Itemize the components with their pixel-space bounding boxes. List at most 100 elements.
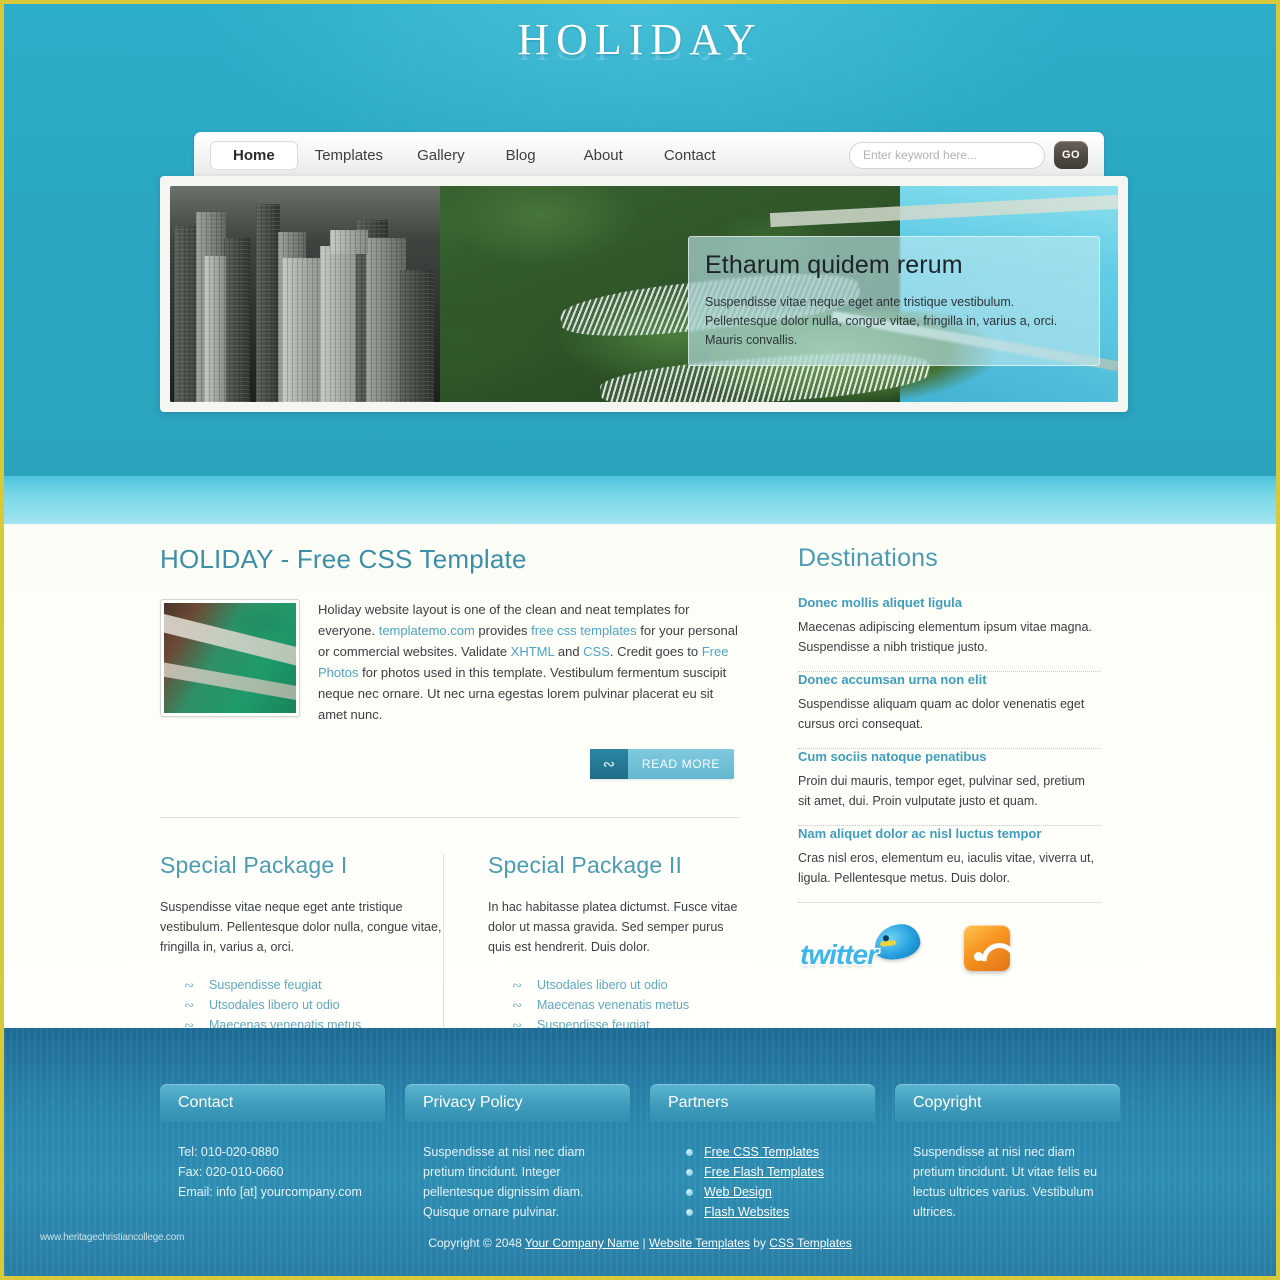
link-css[interactable]: CSS — [583, 644, 610, 659]
intro-part-5: . Credit goes to — [609, 644, 702, 659]
package-1-link-2[interactable]: Utsodales libero ut odio — [209, 995, 340, 1015]
package-2-link-1[interactable]: Utsodales libero ut odio — [537, 975, 668, 995]
site-logo-reflection: HOLIDAY — [517, 42, 763, 65]
partner-link-3[interactable]: Web Design — [704, 1182, 772, 1202]
read-more-button[interactable]: ∾ READ MORE — [589, 749, 734, 779]
intro-row: Holiday website layout is one of the cle… — [160, 599, 740, 725]
footer-contact-title: Contact — [160, 1084, 385, 1122]
intro-thumbnail-image — [164, 603, 296, 713]
read-more-row: ∾ READ MORE — [160, 749, 740, 779]
intro-part-2: provides — [474, 623, 532, 638]
footer-columns: Contact Tel: 010-020-0880 Fax: 020-010-0… — [160, 1084, 1128, 1222]
hero-image: Etharum quidem rerum Suspendisse vitae n… — [170, 186, 1118, 402]
footer-column-copyright: Copyright Suspendisse at nisi nec diam p… — [895, 1084, 1120, 1222]
site-logo[interactable]: HOLIDAY HOLIDAY — [4, 18, 1276, 108]
swirl-bullet-icon: ∾ — [184, 978, 195, 992]
package-2-link-2[interactable]: Maecenas venenatis metus — [537, 995, 689, 1015]
package-1-links: ∾ Suspendisse feugiat ∾ Utsodales libero u… — [160, 975, 450, 1035]
package-1-text: Suspendisse vitae neque eget ante tristi… — [160, 900, 442, 954]
page-root: HOLIDAY HOLIDAY Home Templates Gallery B… — [4, 4, 1276, 1276]
destination-3-text: Proin dui mauris, tempor eget, pulvinar … — [798, 774, 1085, 808]
destination-4-text: Cras nisl eros, elementum eu, iaculis vi… — [798, 851, 1094, 885]
destination-2-text: Suspendisse aliquam quam ac dolor venena… — [798, 697, 1085, 731]
intro-part-4: and — [554, 644, 584, 659]
copyright-company-link[interactable]: Your Company Name — [525, 1236, 639, 1250]
twitter-bird-icon — [870, 920, 924, 964]
list-item[interactable]: ∾ Suspendisse feugiat — [184, 975, 450, 995]
footer-column-partners: Partners Free CSS Templates Free Flash T… — [650, 1084, 875, 1222]
package-card-1: Special Package I Suspendisse vitae nequ… — [160, 852, 450, 1035]
footer-column-privacy: Privacy Policy Suspendisse at nisi nec d… — [405, 1084, 630, 1222]
destination-item-1: Donec mollis aliquet ligula Maecenas adi… — [798, 595, 1100, 671]
search-input[interactable] — [849, 141, 1045, 169]
nav-item-templates[interactable]: Templates — [298, 141, 400, 170]
sidebar: Destinations Donec mollis aliquet ligula… — [770, 544, 1100, 1035]
bullet-dot-icon — [686, 1148, 693, 1156]
contact-tel: Tel: 010-020-0880 — [178, 1145, 279, 1159]
sidebar-title: Destinations — [798, 544, 938, 572]
hero-caption: Etharum quidem rerum Suspendisse vitae n… — [688, 236, 1100, 366]
partner-link-2[interactable]: Free Flash Templates — [704, 1162, 824, 1182]
site-footer: Contact Tel: 010-020-0880 Fax: 020-010-0… — [4, 1028, 1276, 1276]
footer-privacy-body: Suspendisse at nisi nec diam pretium tin… — [423, 1145, 585, 1219]
swirl-bullet-icon: ∾ — [184, 998, 195, 1012]
destination-3-heading[interactable]: Cum sociis natoque penatibus — [798, 749, 1100, 764]
list-item[interactable]: Flash Websites — [686, 1202, 857, 1222]
watermark: www.heritagechristiancollege.com — [40, 1232, 185, 1243]
contact-email: Email: info [at] yourcompany.com — [178, 1185, 362, 1199]
search-go-button[interactable]: GO — [1054, 141, 1088, 169]
rss-feed-icon[interactable] — [964, 925, 1010, 971]
nav-item-home[interactable]: Home — [210, 140, 298, 170]
footer-partners-body: Free CSS Templates Free Flash Templates … — [650, 1122, 875, 1222]
page-title: HOLIDAY - Free CSS Template — [160, 544, 527, 574]
destination-1-heading[interactable]: Donec mollis aliquet ligula — [798, 595, 1100, 610]
intro-part-6: for photos used in this template. Vestib… — [318, 665, 727, 722]
hero-banner: Etharum quidem rerum Suspendisse vitae n… — [160, 176, 1128, 412]
nav-item-about[interactable]: About — [560, 141, 647, 170]
intro-thumbnail — [160, 599, 300, 717]
content-columns: HOLIDAY - Free CSS Template Holiday webs… — [160, 544, 1128, 1050]
partner-links: Free CSS Templates Free Flash Templates … — [668, 1142, 857, 1222]
nav-item-contact[interactable]: Contact — [647, 141, 733, 170]
footer-partners-title: Partners — [650, 1084, 875, 1122]
main-content: HOLIDAY - Free CSS Template Holiday webs… — [160, 544, 1128, 1050]
package-1-title: Special Package I — [160, 852, 348, 878]
content-left-column: HOLIDAY - Free CSS Template Holiday webs… — [160, 544, 770, 1050]
main-navbar: Home Templates Gallery Blog About Contac… — [194, 132, 1104, 178]
link-xhtml[interactable]: XHTML — [511, 644, 555, 659]
destination-4-heading[interactable]: Nam aliquet dolor ac nisl luctus tempor — [798, 826, 1100, 841]
packages-vertical-divider — [443, 854, 444, 1050]
twitter-link[interactable]: twitter — [800, 920, 924, 971]
link-templatemo[interactable]: templatemo.com — [379, 623, 475, 638]
nav-item-blog[interactable]: Blog — [482, 141, 560, 170]
destination-item-4: Nam aliquet dolor ac nisl luctus tempor … — [798, 826, 1100, 902]
twitter-label: twitter — [800, 939, 878, 970]
partner-link-4[interactable]: Flash Websites — [704, 1202, 789, 1222]
list-item[interactable]: Web Design — [686, 1182, 857, 1202]
list-item[interactable]: Free Flash Templates — [686, 1162, 857, 1182]
package-2-text: In hac habitasse platea dictumst. Fusce … — [488, 900, 738, 954]
footer-copyright-title: Copyright — [895, 1084, 1120, 1122]
package-card-2: Special Package II In hac habitasse plat… — [450, 852, 740, 1035]
hero-text: Suspendisse vitae neque eget ante tristi… — [705, 295, 1058, 347]
intro-text: Holiday website layout is one of the cle… — [318, 599, 740, 725]
link-free-css-templates[interactable]: free css templates — [531, 623, 637, 638]
list-item[interactable]: ∾ Utsodales libero ut odio — [512, 975, 740, 995]
package-1-link-1[interactable]: Suspendisse feugiat — [209, 975, 322, 995]
website-templates-link[interactable]: Website Templates — [649, 1236, 750, 1250]
bullet-dot-icon — [686, 1208, 693, 1216]
list-item[interactable]: Free CSS Templates — [686, 1142, 857, 1162]
partner-link-1[interactable]: Free CSS Templates — [704, 1142, 819, 1162]
destination-item-2: Donec accumsan urna non elit Suspendisse… — [798, 672, 1100, 748]
copyright-separator: | — [639, 1236, 649, 1250]
list-item[interactable]: ∾ Maecenas venenatis metus — [512, 995, 740, 1015]
swirl-bullet-icon: ∾ — [512, 978, 523, 992]
destination-2-heading[interactable]: Donec accumsan urna non elit — [798, 672, 1100, 687]
css-templates-link[interactable]: CSS Templates — [769, 1236, 851, 1250]
nav-item-gallery[interactable]: Gallery — [400, 141, 482, 170]
nav-items: Home Templates Gallery Blog About Contac… — [210, 140, 733, 170]
swirl-bullet-icon: ∾ — [512, 998, 523, 1012]
social-links: twitter — [798, 920, 1100, 971]
footer-copyright-body: Suspendisse at nisi nec diam pretium tin… — [913, 1145, 1098, 1219]
list-item[interactable]: ∾ Utsodales libero ut odio — [184, 995, 450, 1015]
